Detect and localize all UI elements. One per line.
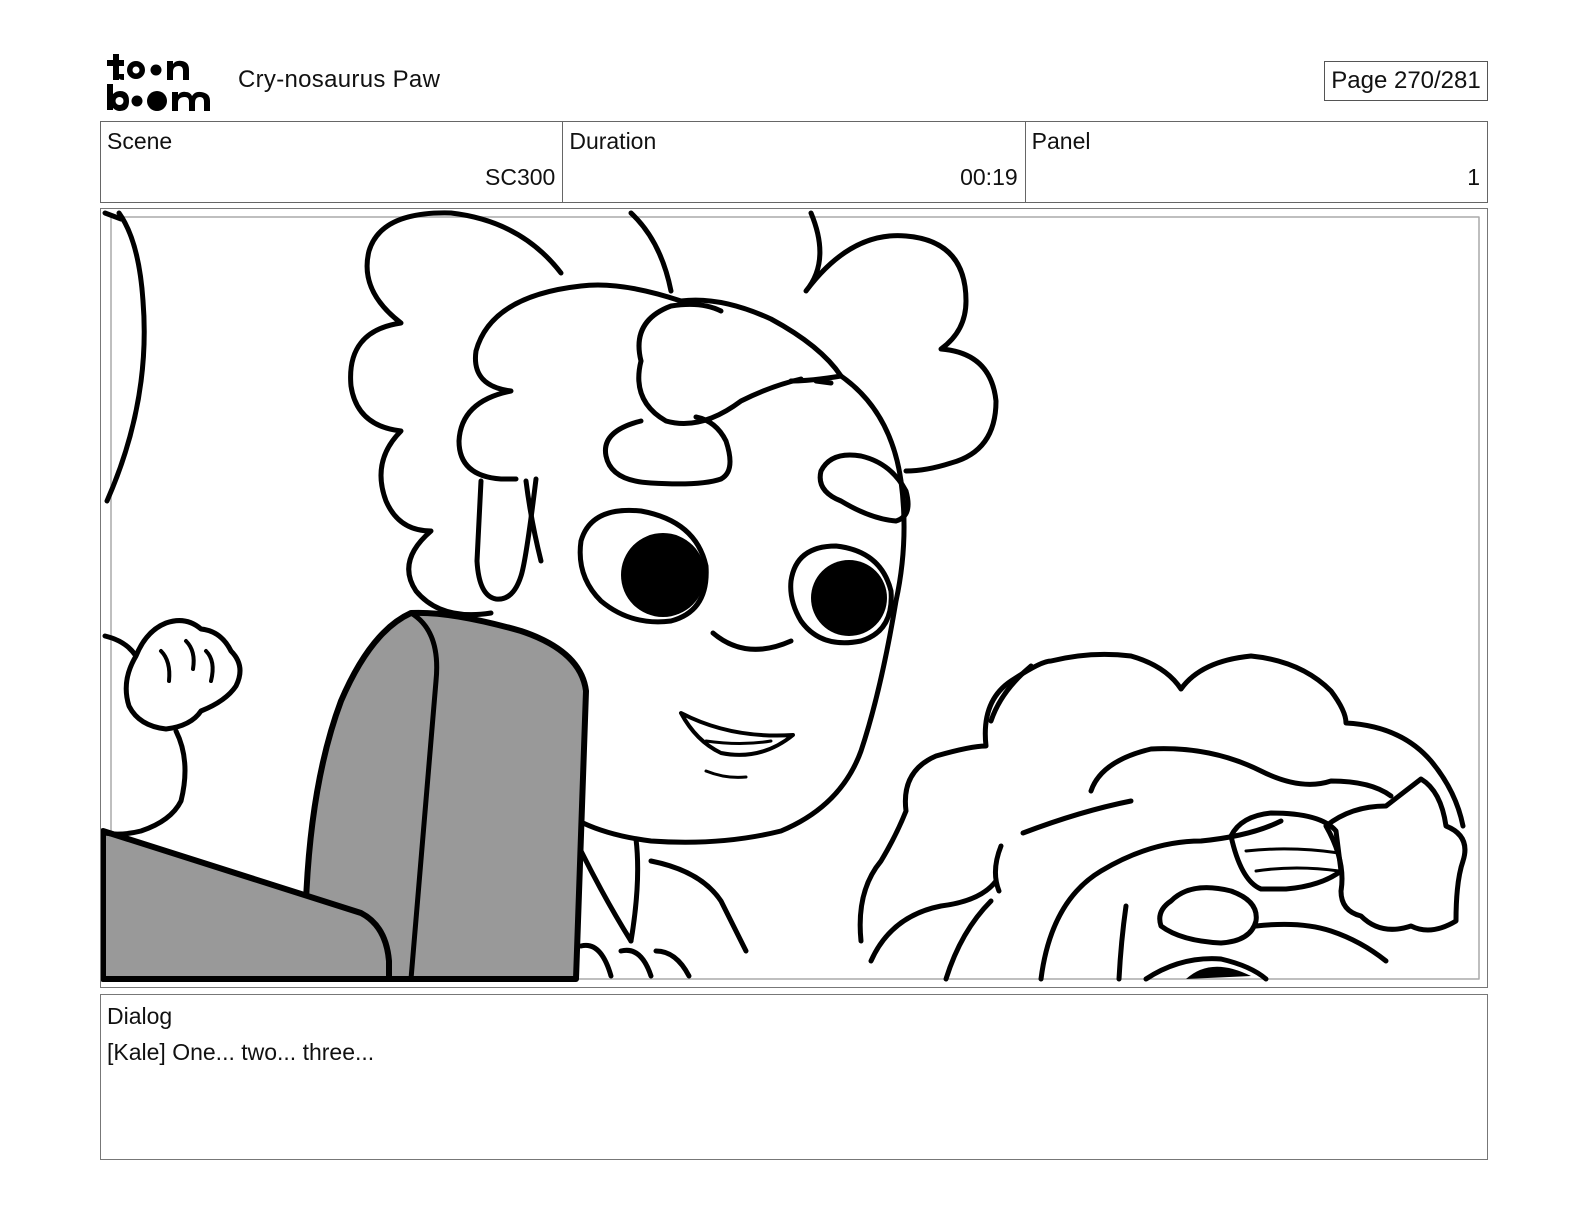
duration-label: Duration bbox=[569, 128, 657, 154]
scene-label: Scene bbox=[107, 128, 173, 154]
project-title: Cry-nosaurus Paw bbox=[238, 66, 441, 93]
duration-value: 00:19 bbox=[960, 164, 1018, 190]
panel-label: Panel bbox=[1031, 128, 1091, 154]
duration-cell: Duration 00:19 bbox=[563, 122, 1026, 202]
scene-info-row: Scene SC300 Duration 00:19 Panel 1 bbox=[100, 121, 1488, 203]
dialog-text: [Kale] One... two... three... bbox=[107, 1039, 375, 1065]
panel-value: 1 bbox=[1467, 164, 1480, 190]
dialog-label: Dialog bbox=[107, 1003, 173, 1029]
scene-value: SC300 bbox=[485, 164, 556, 190]
page-indicator: Page 270/281 bbox=[1324, 61, 1488, 101]
panel-drawing bbox=[101, 210, 1480, 982]
scene-cell: Scene SC300 bbox=[101, 122, 564, 202]
toonboom-logo bbox=[107, 54, 210, 111]
storyboard-panel bbox=[100, 208, 1488, 988]
panel-cell: Panel 1 bbox=[1026, 122, 1487, 202]
dialog-box: Dialog [Kale] One... two... three... bbox=[100, 994, 1488, 1160]
